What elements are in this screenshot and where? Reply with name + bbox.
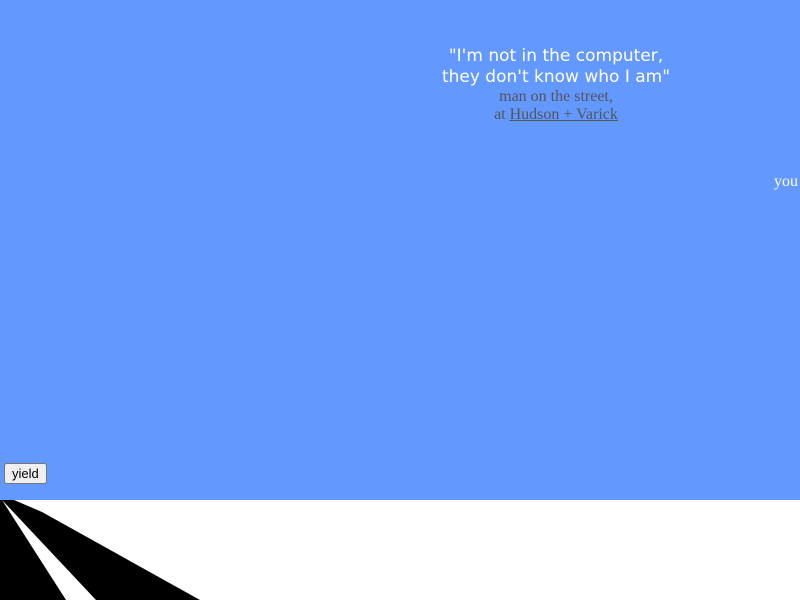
sky-panel: "I'm not in the computer, they don't kno… — [0, 0, 800, 500]
attribution-line-1: man on the street, — [499, 88, 613, 105]
road-graphic — [0, 500, 200, 600]
attribution-prefix: at — [494, 106, 506, 123]
quote-line-1: "I'm not in the computer, — [448, 46, 664, 66]
attribution-line-2: at Hudson + Varick — [406, 106, 706, 124]
quote-line-2: they don't know who I am" — [441, 67, 671, 87]
drifting-word: you — [774, 173, 798, 190]
location-link[interactable]: Hudson + Varick — [510, 106, 618, 123]
yield-button[interactable]: yield — [4, 463, 47, 484]
quote-block: "I'm not in the computer, they don't kno… — [406, 46, 706, 124]
ground-area — [0, 500, 800, 600]
